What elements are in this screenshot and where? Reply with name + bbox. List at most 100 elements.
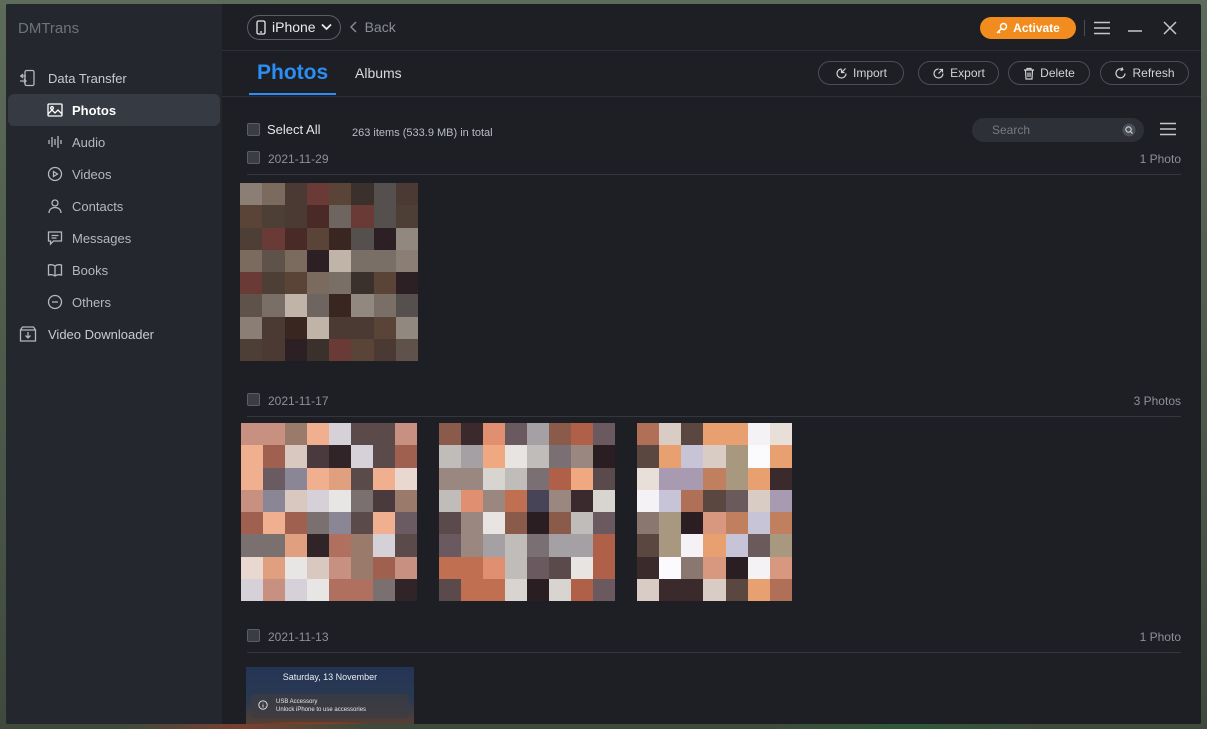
main-panel: iPhone Back Activate Photos Albums Impor… xyxy=(222,4,1201,724)
refresh-button[interactable]: Refresh xyxy=(1100,61,1189,85)
photo-group: 2021-11-29 1 Photo xyxy=(222,151,1201,383)
sidebar-item-label: Others xyxy=(72,294,112,310)
group-checkbox[interactable] xyxy=(247,393,260,406)
photo-thumbnail[interactable] xyxy=(637,423,792,601)
photo-thumbnail[interactable] xyxy=(240,183,418,361)
tab-photos[interactable]: Photos xyxy=(249,59,337,95)
titlebar-divider xyxy=(1084,20,1085,36)
import-button[interactable]: Import xyxy=(818,61,904,85)
person-icon xyxy=(46,197,64,215)
refresh-icon xyxy=(1114,66,1127,80)
phone-transfer-icon xyxy=(18,68,38,88)
back-label: Back xyxy=(364,19,396,35)
activate-button[interactable]: Activate xyxy=(980,17,1076,39)
phone-icon xyxy=(256,19,266,35)
close-icon xyxy=(1162,20,1178,36)
notification-title: USB Accessory xyxy=(276,699,318,705)
search-input[interactable]: Search xyxy=(972,118,1144,142)
group-count: 1 Photo xyxy=(1139,152,1181,166)
titlebar: iPhone Back Activate xyxy=(222,4,1201,51)
group-header: 2021-11-17 3 Photos xyxy=(247,393,1181,417)
group-date: 2021-11-17 xyxy=(268,394,329,408)
info-icon xyxy=(258,700,268,710)
list-toolbar: Select All 263 items (533.9 MB) in total… xyxy=(222,97,1201,151)
sidebar-item-label: Books xyxy=(72,262,109,278)
refresh-label: Refresh xyxy=(1132,66,1175,80)
app-name: DMTrans xyxy=(18,20,80,37)
minimize-button[interactable] xyxy=(1124,17,1146,39)
group-header: 2021-11-29 1 Photo xyxy=(247,151,1181,175)
thumbnail-row xyxy=(222,183,1201,383)
device-selector[interactable]: iPhone xyxy=(247,14,341,40)
app-window: DMTrans Data Transfer Photos Audio Video… xyxy=(6,4,1201,724)
sidebar-item-books[interactable]: Books xyxy=(8,254,220,286)
minimize-icon xyxy=(1127,20,1143,36)
import-icon xyxy=(835,67,848,80)
lockscreen-thumbnail[interactable]: Saturday, 13 November USB Accessory Unlo… xyxy=(246,667,414,724)
sidebar-item-others[interactable]: Others xyxy=(8,286,220,318)
search-icon[interactable] xyxy=(1122,123,1136,137)
back-button[interactable]: Back xyxy=(349,19,396,35)
tab-albums[interactable]: Albums xyxy=(355,65,402,81)
sidebar-item-label: Photos xyxy=(72,102,117,118)
list-icon xyxy=(1160,122,1176,136)
photo-group: 2021-11-13 1 Photo Saturday, 13 November… xyxy=(222,629,1201,724)
notification-body: Unlock iPhone to use accessories xyxy=(276,707,367,713)
waveform-icon xyxy=(46,133,64,151)
download-icon xyxy=(18,324,38,344)
lockscreen-notification: USB Accessory Unlock iPhone to use acces… xyxy=(251,694,409,718)
chevron-down-icon xyxy=(320,23,332,31)
group-checkbox[interactable] xyxy=(247,629,260,642)
sidebar-item-contacts[interactable]: Contacts xyxy=(8,190,220,222)
group-header: 2021-11-13 1 Photo xyxy=(247,629,1181,653)
sidebar-section-video-downloader[interactable]: Video Downloader xyxy=(6,318,222,350)
activate-label: Activate xyxy=(1013,21,1060,35)
close-button[interactable] xyxy=(1159,17,1181,39)
delete-button[interactable]: Delete xyxy=(1008,61,1090,85)
sidebar-item-audio[interactable]: Audio xyxy=(8,126,220,158)
delete-label: Delete xyxy=(1040,66,1075,80)
hamburger-icon xyxy=(1093,21,1111,35)
trash-icon xyxy=(1023,67,1035,80)
export-button[interactable]: Export xyxy=(918,61,999,85)
group-checkbox[interactable] xyxy=(247,151,260,164)
sidebar-section-label: Data Transfer xyxy=(48,70,127,86)
items-summary: 263 items (533.9 MB) in total xyxy=(352,127,493,139)
sidebar-item-label: Contacts xyxy=(72,198,124,214)
select-all-checkbox[interactable]: Select All xyxy=(247,122,320,137)
photo-group: 2021-11-17 3 Photos xyxy=(222,393,1201,619)
export-label: Export xyxy=(950,66,985,80)
sidebar-section-label: Video Downloader xyxy=(48,326,154,342)
book-icon xyxy=(46,261,64,279)
sidebar-item-label: Messages xyxy=(72,230,132,246)
thumbnail-row: Saturday, 13 November USB Accessory Unlo… xyxy=(222,667,1201,724)
sidebar: DMTrans Data Transfer Photos Audio Video… xyxy=(6,4,222,724)
play-circle-icon xyxy=(46,165,64,183)
import-label: Import xyxy=(852,66,887,80)
group-date: 2021-11-13 xyxy=(268,630,329,644)
photo-thumbnail[interactable] xyxy=(241,423,417,601)
message-icon xyxy=(46,229,64,247)
sidebar-item-label: Audio xyxy=(72,134,106,150)
view-options-button[interactable] xyxy=(1160,122,1176,136)
sidebar-item-videos[interactable]: Videos xyxy=(8,158,220,190)
more-circle-icon xyxy=(46,293,64,311)
chevron-left-icon xyxy=(349,21,357,33)
lockscreen-date: Saturday, 13 November xyxy=(282,672,378,682)
photo-thumbnail[interactable] xyxy=(439,423,615,601)
sidebar-item-photos[interactable]: Photos xyxy=(8,94,220,126)
key-icon xyxy=(996,22,1008,34)
sidebar-item-label: Videos xyxy=(72,166,112,182)
export-icon xyxy=(932,67,945,80)
wallpaper-rock xyxy=(246,722,414,724)
group-count: 3 Photos xyxy=(1133,394,1181,408)
group-count: 1 Photo xyxy=(1139,630,1181,644)
sidebar-section-data-transfer[interactable]: Data Transfer xyxy=(6,62,222,94)
sidebar-item-messages[interactable]: Messages xyxy=(8,222,220,254)
select-all-label: Select All xyxy=(267,122,321,137)
checkbox[interactable] xyxy=(247,123,260,136)
tabbar: Photos Albums Import Export Delete Refre… xyxy=(222,51,1201,97)
menu-button[interactable] xyxy=(1091,17,1113,39)
image-icon xyxy=(46,101,64,119)
search-placeholder: Search xyxy=(992,123,1031,137)
